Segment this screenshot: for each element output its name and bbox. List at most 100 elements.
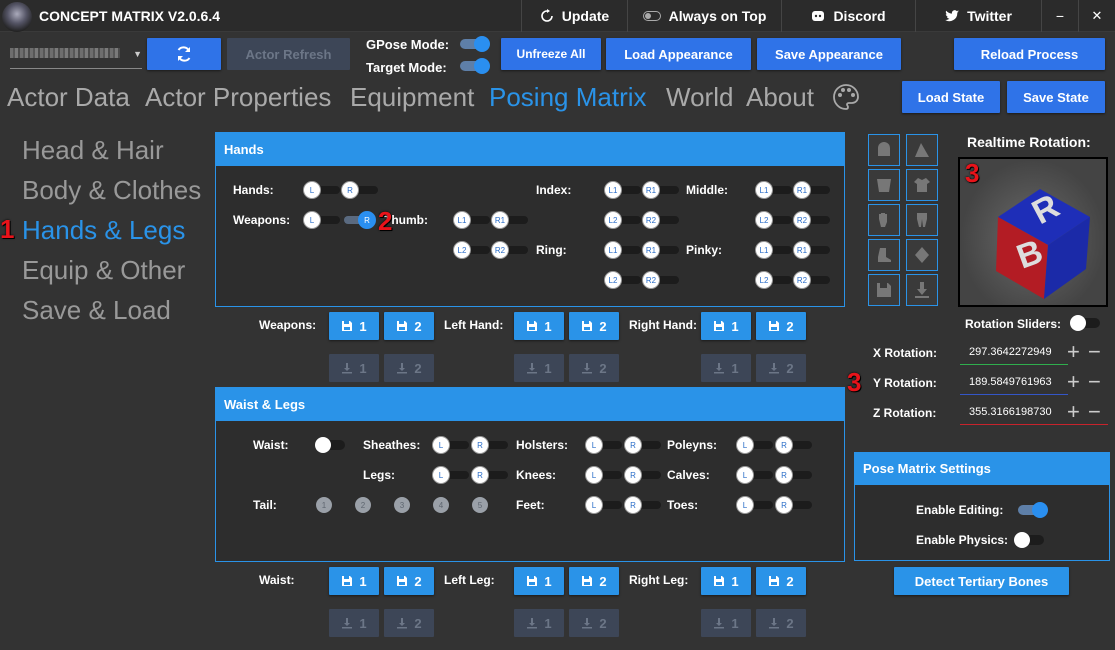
sidebar-item-hands-legs[interactable]: Hands & Legs bbox=[22, 215, 185, 246]
weapons-left-toggle[interactable]: L bbox=[303, 211, 343, 229]
feet-left-toggle[interactable]: L bbox=[585, 496, 625, 514]
tab-world[interactable]: World bbox=[666, 82, 733, 113]
weapons-load-1-button[interactable]: 1 bbox=[329, 354, 379, 382]
ring-l1-toggle[interactable]: L1 bbox=[604, 241, 644, 259]
sidebar-item-body-clothes[interactable]: Body & Clothes bbox=[22, 175, 201, 206]
clothing-icon[interactable] bbox=[906, 169, 938, 201]
waist-save-2-button[interactable]: 2 bbox=[384, 567, 434, 595]
sidebar-item-head-hair[interactable]: Head & Hair bbox=[22, 135, 164, 166]
waist-load-1-button[interactable]: 1 bbox=[329, 609, 379, 637]
legs-armor-icon[interactable] bbox=[906, 204, 938, 236]
rotation-cube-view[interactable]: B R bbox=[958, 157, 1108, 307]
thumb-l2-toggle[interactable]: L2 bbox=[453, 241, 493, 259]
tab-equipment[interactable]: Equipment bbox=[350, 82, 474, 113]
feet-right-toggle[interactable]: R bbox=[624, 496, 664, 514]
holsters-left-toggle[interactable]: L bbox=[585, 436, 625, 454]
waist-save-1-button[interactable]: 1 bbox=[329, 567, 379, 595]
waist-toggle[interactable] bbox=[315, 437, 347, 453]
detect-tertiary-bones-button[interactable]: Detect Tertiary Bones bbox=[894, 567, 1069, 595]
weapons-load-2-button[interactable]: 2 bbox=[384, 354, 434, 382]
load-file-icon[interactable] bbox=[906, 274, 938, 306]
hands-right-toggle[interactable]: R bbox=[341, 181, 381, 199]
thumb-r1-toggle[interactable]: R1 bbox=[491, 211, 531, 229]
poleyns-left-toggle[interactable]: L bbox=[736, 436, 776, 454]
thumb-r2-toggle[interactable]: R2 bbox=[491, 241, 531, 259]
right-hand-save-1-button[interactable]: 1 bbox=[701, 312, 751, 340]
toes-left-toggle[interactable]: L bbox=[736, 496, 776, 514]
poleyns-right-toggle[interactable]: R bbox=[775, 436, 815, 454]
enable-physics-toggle[interactable] bbox=[1014, 532, 1046, 548]
hands-left-toggle[interactable]: L bbox=[303, 181, 343, 199]
right-leg-save-2-button[interactable]: 2 bbox=[756, 567, 806, 595]
refresh-actors-button[interactable] bbox=[147, 38, 221, 70]
sidebar-item-equip-other[interactable]: Equip & Other bbox=[22, 255, 185, 286]
left-leg-save-2-button[interactable]: 2 bbox=[569, 567, 619, 595]
z-rotation-plus-button[interactable]: + bbox=[1067, 399, 1080, 425]
right-hand-load-2-button[interactable]: 2 bbox=[756, 354, 806, 382]
ring-r1-toggle[interactable]: R1 bbox=[642, 241, 682, 259]
toes-right-toggle[interactable]: R bbox=[775, 496, 815, 514]
z-rotation-value[interactable]: 355.3166198730 bbox=[969, 406, 1052, 418]
gpose-mode-toggle[interactable] bbox=[458, 36, 490, 52]
middle-r2-toggle[interactable]: R2 bbox=[793, 211, 833, 229]
right-leg-load-2-button[interactable]: 2 bbox=[756, 609, 806, 637]
middle-r1-toggle[interactable]: R1 bbox=[793, 181, 833, 199]
tail-bone-3[interactable]: 3 bbox=[394, 497, 410, 513]
target-mode-toggle[interactable] bbox=[458, 58, 490, 74]
z-rotation-minus-button[interactable]: − bbox=[1088, 399, 1101, 425]
load-state-button[interactable]: Load State bbox=[902, 81, 1000, 113]
tail-bone-2[interactable]: 2 bbox=[355, 497, 371, 513]
ring-l2-toggle[interactable]: L2 bbox=[604, 271, 644, 289]
left-leg-save-1-button[interactable]: 1 bbox=[514, 567, 564, 595]
right-hand-load-1-button[interactable]: 1 bbox=[701, 354, 751, 382]
weapons-save-2-button[interactable]: 2 bbox=[384, 312, 434, 340]
waist-load-2-button[interactable]: 2 bbox=[384, 609, 434, 637]
sheathes-right-toggle[interactable]: R bbox=[471, 436, 511, 454]
accessory-icon[interactable] bbox=[906, 239, 938, 271]
tab-actor-data[interactable]: Actor Data bbox=[7, 82, 130, 113]
x-rotation-value[interactable]: 297.3642272949 bbox=[969, 346, 1052, 358]
close-button[interactable]: ✕ bbox=[1078, 0, 1115, 32]
twitter-button[interactable]: Twitter bbox=[915, 0, 1041, 32]
legs-right-toggle[interactable]: R bbox=[471, 466, 511, 484]
boots-icon[interactable] bbox=[868, 239, 900, 271]
left-hand-load-2-button[interactable]: 2 bbox=[569, 354, 619, 382]
save-appearance-button[interactable]: Save Appearance bbox=[757, 38, 901, 70]
hair-icon[interactable] bbox=[906, 134, 938, 166]
update-button[interactable]: Update bbox=[521, 0, 627, 32]
knees-right-toggle[interactable]: R bbox=[624, 466, 664, 484]
calves-left-toggle[interactable]: L bbox=[736, 466, 776, 484]
actor-select[interactable]: ▼ bbox=[10, 39, 142, 69]
middle-l1-toggle[interactable]: L1 bbox=[755, 181, 795, 199]
index-l2-toggle[interactable]: L2 bbox=[604, 211, 644, 229]
index-r2-toggle[interactable]: R2 bbox=[642, 211, 682, 229]
tail-bone-4[interactable]: 4 bbox=[433, 497, 449, 513]
sheathes-left-toggle[interactable]: L bbox=[432, 436, 472, 454]
discord-button[interactable]: Discord bbox=[781, 0, 915, 32]
sidebar-item-save-load[interactable]: Save & Load bbox=[22, 295, 171, 326]
ring-r2-toggle[interactable]: R2 bbox=[642, 271, 682, 289]
pinky-r1-toggle[interactable]: R1 bbox=[793, 241, 833, 259]
knees-left-toggle[interactable]: L bbox=[585, 466, 625, 484]
middle-l2-toggle[interactable]: L2 bbox=[755, 211, 795, 229]
armor-body-icon[interactable] bbox=[868, 169, 900, 201]
left-leg-load-2-button[interactable]: 2 bbox=[569, 609, 619, 637]
calves-right-toggle[interactable]: R bbox=[775, 466, 815, 484]
save-file-icon[interactable] bbox=[868, 274, 900, 306]
armor-head-icon[interactable] bbox=[868, 134, 900, 166]
y-rotation-value[interactable]: 189.5849761963 bbox=[969, 376, 1052, 388]
rotation-sliders-toggle[interactable] bbox=[1070, 315, 1102, 331]
tab-posing-matrix[interactable]: Posing Matrix bbox=[489, 82, 647, 113]
unfreeze-all-button[interactable]: Unfreeze All bbox=[501, 38, 601, 70]
tab-about[interactable]: About bbox=[746, 82, 814, 113]
tail-bone-1[interactable]: 1 bbox=[316, 497, 332, 513]
weapons-save-1-button[interactable]: 1 bbox=[329, 312, 379, 340]
load-appearance-button[interactable]: Load Appearance bbox=[606, 38, 751, 70]
pinky-l1-toggle[interactable]: L1 bbox=[755, 241, 795, 259]
left-hand-save-2-button[interactable]: 2 bbox=[569, 312, 619, 340]
enable-editing-toggle[interactable] bbox=[1016, 502, 1048, 518]
holsters-right-toggle[interactable]: R bbox=[624, 436, 664, 454]
left-hand-load-1-button[interactable]: 1 bbox=[514, 354, 564, 382]
y-rotation-plus-button[interactable]: + bbox=[1067, 369, 1080, 395]
thumb-l1-toggle[interactable]: L1 bbox=[453, 211, 493, 229]
